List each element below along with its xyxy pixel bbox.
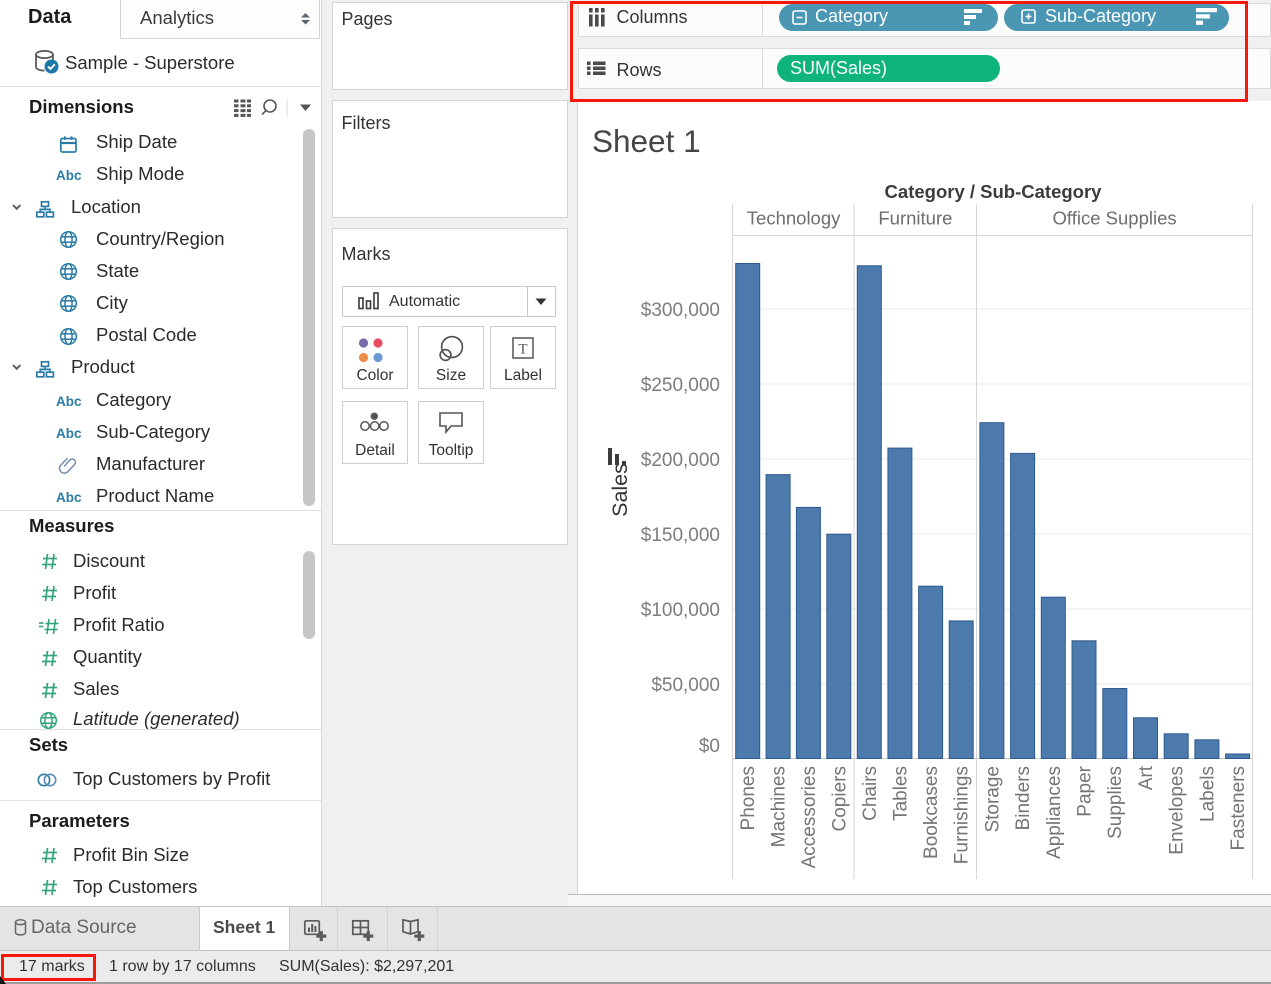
svg-text:Machines: Machines xyxy=(769,766,790,847)
svg-text:Binders: Binders xyxy=(1013,766,1034,830)
svg-text:Envelopes: Envelopes xyxy=(1167,766,1188,855)
svg-text:T: T xyxy=(518,342,527,358)
svg-text:Category / Sub-Category: Category / Sub-Category xyxy=(885,181,1103,202)
svg-text:$50,000: $50,000 xyxy=(651,675,720,696)
svg-text:Office Supplies: Office Supplies xyxy=(1053,208,1177,229)
svg-text:Tables: Tables xyxy=(890,766,911,821)
svg-text:Paper: Paper xyxy=(1075,765,1096,816)
svg-text:Storage: Storage xyxy=(982,766,1003,833)
svg-text:Labels: Labels xyxy=(1197,766,1218,822)
svg-text:Chairs: Chairs xyxy=(860,766,881,821)
svg-text:$150,000: $150,000 xyxy=(641,525,720,546)
svg-text:Art: Art xyxy=(1136,765,1157,790)
svg-text:Appliances: Appliances xyxy=(1044,766,1065,859)
svg-text:$250,000: $250,000 xyxy=(641,375,720,396)
svg-text:Accessories: Accessories xyxy=(799,766,820,868)
svg-text:Furniture: Furniture xyxy=(878,208,952,229)
svg-text:Phones: Phones xyxy=(738,766,759,830)
svg-text:Copiers: Copiers xyxy=(829,766,850,831)
svg-text:$100,000: $100,000 xyxy=(641,600,720,621)
svg-text:Bookcases: Bookcases xyxy=(921,766,942,859)
svg-text:$0: $0 xyxy=(699,736,720,757)
svg-text:Furnishings: Furnishings xyxy=(952,766,973,864)
svg-text:$300,000: $300,000 xyxy=(641,300,720,321)
svg-text:Technology: Technology xyxy=(747,208,841,229)
svg-text:Sales: Sales xyxy=(608,463,632,517)
svg-text:$200,000: $200,000 xyxy=(641,450,720,471)
svg-text:Supplies: Supplies xyxy=(1105,766,1126,839)
svg-text:Fasteners: Fasteners xyxy=(1228,766,1249,850)
